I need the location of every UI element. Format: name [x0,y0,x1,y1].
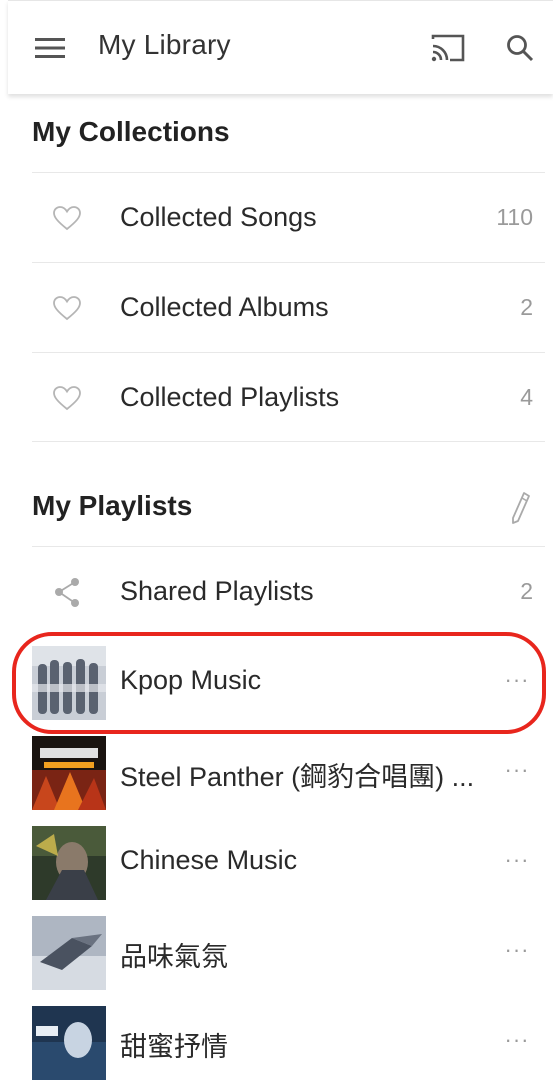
heart-outline-icon [50,383,84,413]
playlist-label: 甜蜜抒情 [120,1032,228,1062]
playlist-label: Kpop Music [120,665,262,695]
playlists-section-title: My Playlists [32,490,193,521]
playlist-label: Steel Panther (鋼豹合唱團) ... [120,762,475,792]
pencil-icon[interactable] [505,490,535,526]
collection-item-label: Collected Albums [120,292,329,322]
collection-item-count: 2 [520,294,533,320]
collection-item-label: Collected Playlists [120,382,340,412]
search-icon[interactable] [500,29,540,67]
heart-outline-icon [50,293,84,323]
more-options-icon[interactable]: ··· [499,930,535,970]
more-options-icon[interactable]: ··· [499,840,535,880]
collection-item-count: 4 [520,384,533,410]
playlist-row-steel-panther[interactable]: Steel Panther (鋼豹合唱團) ... ··· [32,728,545,818]
collections-section-title: My Collections [32,116,230,147]
shared-playlists-item[interactable]: Shared Playlists 2 [32,546,545,636]
more-options-icon[interactable]: ··· [499,750,535,790]
more-options-icon[interactable]: ··· [499,1020,535,1060]
page-title: My Library [98,29,231,60]
share-icon [50,577,84,607]
collection-item-label: Collected Songs [120,202,317,232]
shared-playlists-count: 2 [520,578,533,604]
playlist-label: Chinese Music [120,845,298,875]
playlist-row-kpop[interactable]: Kpop Music ··· [32,638,545,728]
playlist-cover-image [32,826,106,900]
playlist-row-chinese-music[interactable]: Chinese Music ··· [32,818,545,908]
hamburger-menu-icon[interactable] [30,31,70,65]
playlist-cover-image [32,736,106,810]
heart-outline-icon [50,203,84,233]
playlist-row-tianmi[interactable]: 甜蜜抒情 ··· [32,998,545,1088]
collection-item-playlists[interactable]: Collected Playlists 4 [32,352,545,442]
playlist-cover-image [32,916,106,990]
playlist-cover-image [32,1006,106,1080]
collection-item-songs[interactable]: Collected Songs 110 [32,172,545,262]
cast-icon[interactable] [426,29,470,67]
more-options-icon[interactable]: ··· [499,660,535,700]
top-app-bar: My Library [8,0,553,94]
collection-item-albums[interactable]: Collected Albums 2 [32,262,545,352]
playlist-label: 品味氣氛 [120,942,228,972]
collection-item-count: 110 [496,204,533,230]
playlist-cover-image [32,646,106,720]
shared-playlists-label: Shared Playlists [120,576,314,606]
playlist-row-pinwei[interactable]: 品味氣氛 ··· [32,908,545,998]
